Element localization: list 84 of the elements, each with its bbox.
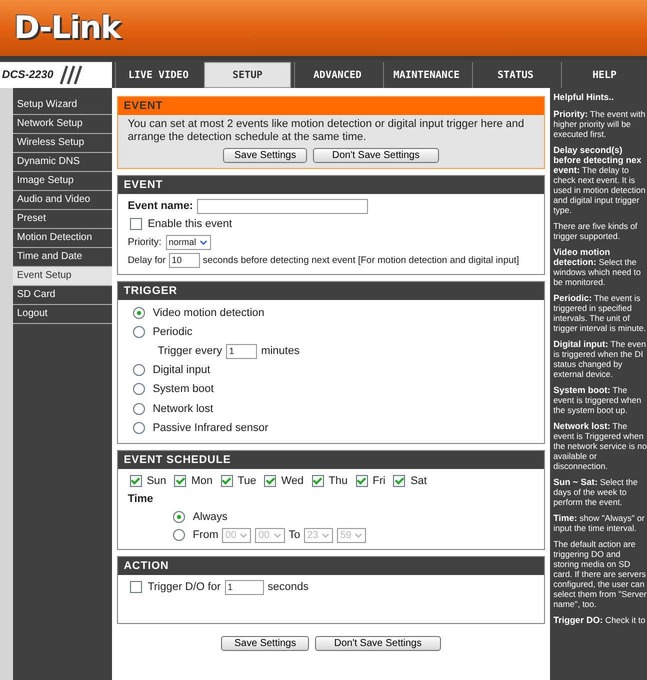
delay-field[interactable]: 10 (168, 252, 200, 268)
event-name-field[interactable] (197, 198, 368, 214)
checkbox[interactable] (174, 475, 186, 487)
checkbox[interactable] (356, 475, 368, 487)
checkbox[interactable] (264, 475, 276, 487)
sidebar-item[interactable]: Image Setup (13, 172, 112, 191)
radio-button[interactable] (132, 402, 145, 415)
radio-button[interactable] (132, 326, 145, 338)
radio-label: From (192, 529, 218, 541)
help-text: The default action are triggering DO and storing media on SD card. If there are servers configured, the user can select them from "Server name", too. (553, 538, 647, 608)
sidebar-item[interactable]: Wireless Setup (13, 134, 112, 153)
day-label: Mon (191, 475, 213, 487)
field-label: minutes (261, 345, 300, 357)
field-label: Event name: (128, 200, 194, 212)
help-title: Helpful Hints.. (553, 92, 615, 102)
day-label: Sat (410, 475, 427, 487)
checkbox[interactable] (130, 475, 142, 487)
day-label: Thu (328, 475, 348, 487)
settings-button[interactable]: Don't Save Settings (313, 148, 439, 163)
radio-button[interactable] (132, 364, 145, 376)
sidebar-item[interactable]: Dynamic DNS (13, 153, 112, 172)
sidebar-item[interactable]: Setup Wizard (13, 96, 112, 115)
logo: D-Link (14, 10, 120, 46)
help-text: Digital input: The even is triggered when the DI status changed by external device. (553, 338, 647, 378)
radio-label: Periodic (152, 326, 192, 338)
radio-label: Digital input (152, 364, 210, 376)
checkbox[interactable] (312, 475, 324, 487)
checkbox[interactable] (220, 475, 233, 487)
radio-label: Always (192, 511, 228, 523)
help-text: Delay second(s) before detecting nex event: The delay to check next event. It is used in motion detection and digital input trigger type. (553, 144, 646, 214)
field-label: Priority: (128, 236, 162, 248)
checkbox-label: Enable this event (148, 218, 232, 230)
help-text: Priority: The event with higher priority will be executed first. (553, 108, 646, 138)
day-label: Tue (238, 475, 256, 487)
help-text: Video motion detection: Select the windows which need to be monitored. (553, 246, 642, 286)
section-title: EVENT (118, 97, 544, 115)
help-text: System boot: The event is triggered when the system boot up. (553, 384, 642, 414)
radio-label: Passive Infrared sensor (152, 422, 268, 434)
checkbox[interactable] (130, 218, 142, 230)
radio-label: System boot (152, 383, 214, 396)
notice-text: You can set at most 2 events like motion detection or digital input trigger here and arrange the detection schedule at the same time. (128, 118, 526, 144)
settings-button[interactable]: Save Settings (221, 636, 310, 651)
day-label: Wed (281, 475, 304, 487)
field-label: Trigger every (158, 345, 222, 357)
settings-button[interactable]: Don't Save Settings (315, 636, 441, 651)
nav-tab[interactable]: SETUP (204, 62, 291, 88)
priority-dropdown[interactable]: normal (166, 234, 212, 250)
radio-button[interactable] (132, 383, 145, 396)
help-text: Time: show "Always" or input the time interval. (553, 512, 646, 532)
section-title: ACTION (118, 557, 544, 575)
radio-button[interactable] (132, 306, 145, 319)
model-name: DCS-2230 (2, 69, 54, 81)
field-label: seconds (268, 581, 309, 593)
help-text: Sun ~ Sat: Select the days of the week to perform the event. (553, 476, 639, 506)
day-label: Sun (146, 475, 166, 487)
sidebar-item[interactable]: Network Setup (13, 115, 112, 134)
settings-button[interactable]: Save Settings (223, 148, 308, 163)
sidebar-item[interactable]: Audio and Video (13, 191, 112, 210)
section-title: TRIGGER (118, 282, 544, 300)
sidebar-item[interactable]: Event Setup (13, 267, 112, 286)
sidebar-item[interactable]: Logout (13, 305, 112, 324)
checkbox[interactable] (393, 475, 406, 487)
field-label: Delay for (128, 254, 166, 266)
help-text: Trigger DO: Check it to (553, 614, 646, 624)
field-label: seconds before detecting next event [For motion detection and digital input] (202, 254, 520, 266)
help-text: There are five kinds of trigger supported. (553, 220, 638, 240)
section-title: EVENT (118, 176, 544, 194)
sidebar-item[interactable]: SD Card (13, 286, 112, 305)
help-text: Network lost: The event is Triggered when the network service is no available or disconnection. (553, 420, 647, 470)
sidebar-item[interactable]: Motion Detection (13, 229, 112, 248)
radio-label: Network lost (152, 402, 214, 415)
field-label: To (288, 529, 300, 541)
day-label: Fri (372, 475, 386, 487)
sidebar-item[interactable]: Preset (13, 210, 112, 229)
duration-field[interactable]: 1 (224, 580, 264, 594)
radio-label: Video motion detection (152, 306, 264, 319)
radio-button[interactable] (172, 511, 185, 523)
section-title: EVENT SCHEDULE (118, 451, 544, 469)
field-label: Time (128, 493, 154, 505)
checkbox-label: Trigger D/O for (148, 581, 221, 593)
interval-field[interactable]: 1 (226, 344, 258, 358)
help-text: Periodic: The event is triggered in specified intervals. The unit of trigger interval is minute. (553, 292, 647, 332)
checkbox[interactable] (130, 581, 142, 593)
radio-button[interactable] (132, 422, 145, 434)
